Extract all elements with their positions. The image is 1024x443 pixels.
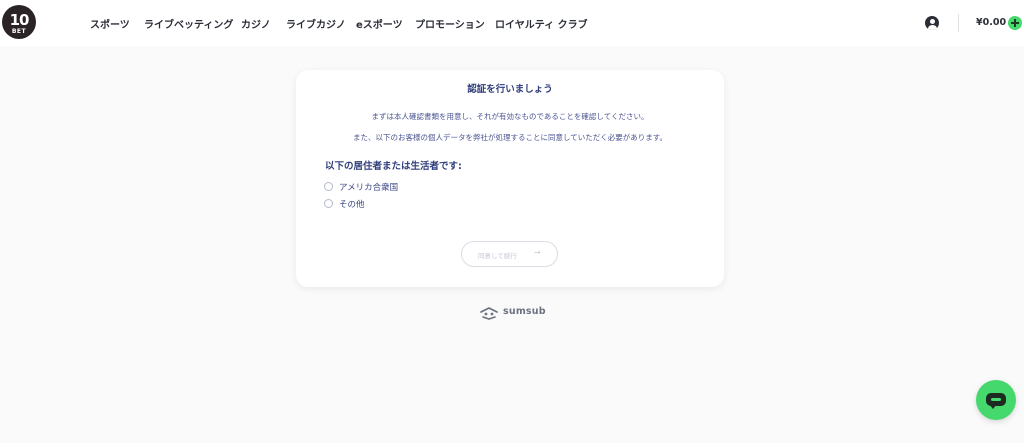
nav-item-loyalty-club[interactable]: ロイヤルティ クラブ xyxy=(495,16,588,31)
nav-item-live-casino[interactable]: ライブカジノ xyxy=(286,16,346,31)
top-header: 10 BET スポーツ ライブベッティング カジノ ライブカジノ eスポーツ プ… xyxy=(0,0,1024,46)
header-divider xyxy=(958,14,959,32)
agree-continue-label: 同意して続行 xyxy=(478,252,517,260)
nav-item-live-betting[interactable]: ライブベッティング xyxy=(144,16,233,31)
verification-title: 認証を行いましょう xyxy=(467,84,553,95)
nav-item-sports[interactable]: スポーツ xyxy=(90,16,130,31)
deposit-plus-button[interactable] xyxy=(1008,16,1022,30)
user-icon-head xyxy=(929,19,935,24)
brand-logo[interactable]: 10 BET xyxy=(2,5,36,39)
residency-option-other-label: その他 xyxy=(339,200,365,210)
verification-card: 認証を行いましょう まずは本人確認書類を用意し、それが有効なものであることを確認… xyxy=(296,70,724,287)
sumsub-wordmark: sumsub xyxy=(503,306,546,317)
nav-item-promotions[interactable]: プロモーション xyxy=(415,16,485,31)
chat-bubble-line xyxy=(991,398,1001,401)
chat-bubble-icon xyxy=(986,393,1006,409)
residency-option-usa-label: アメリカ合衆国 xyxy=(339,183,399,193)
logo-subtext: BET xyxy=(11,28,27,35)
live-chat-button[interactable] xyxy=(976,380,1016,420)
logo-text: 10 xyxy=(9,11,30,29)
verification-description-2: また、以下のお客様の個人データを弊社が処理することに同意していただく必要がありま… xyxy=(352,133,668,142)
agree-continue-button[interactable]: 同意して続行 → xyxy=(461,241,558,267)
residency-question: 以下の居住者または生活者です: xyxy=(325,161,462,172)
nav-item-esports[interactable]: eスポーツ xyxy=(356,16,403,31)
verification-description-1: まずは本人確認書類を用意し、それが有効なものであることを確認してください。 xyxy=(371,112,649,121)
arrow-right-icon: → xyxy=(534,248,541,257)
radio-usa[interactable] xyxy=(324,182,333,191)
account-balance[interactable]: ¥0.00 xyxy=(976,17,1006,28)
user-circle-icon[interactable] xyxy=(925,16,939,30)
nav-item-casino[interactable]: カジノ xyxy=(241,16,271,31)
user-icon-body xyxy=(927,25,937,30)
radio-other[interactable] xyxy=(324,199,333,208)
sumsub-logo-icon xyxy=(480,307,498,320)
